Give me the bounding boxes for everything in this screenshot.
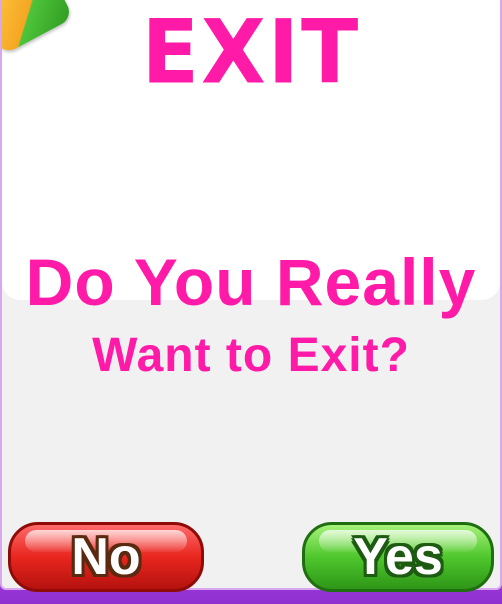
no-button[interactable]: No bbox=[8, 522, 204, 592]
question-line-2: Want to Exit? bbox=[92, 329, 410, 382]
exit-dialog: EXIT Do You Really Want to Exit? bbox=[0, 0, 502, 590]
yes-button-label: Yes bbox=[353, 528, 443, 586]
yes-button[interactable]: Yes bbox=[302, 522, 494, 592]
no-button-label: No bbox=[71, 528, 141, 586]
question-line-1: Do You Really bbox=[25, 245, 477, 319]
dialog-title: EXIT bbox=[141, 0, 361, 104]
